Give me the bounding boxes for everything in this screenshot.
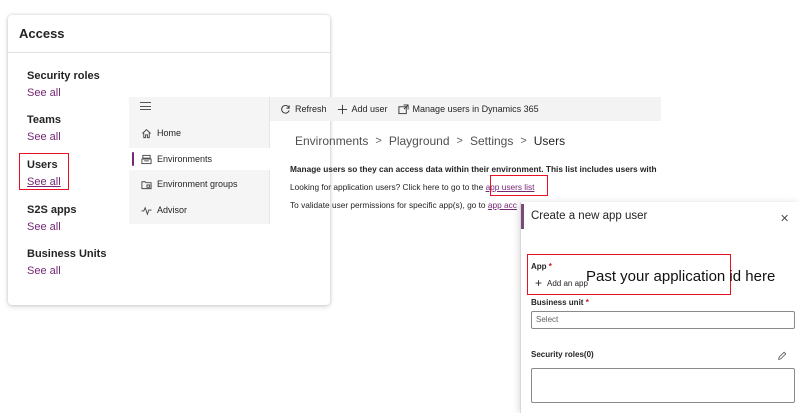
business-units-title: Business Units	[27, 248, 107, 260]
s2s-apps-section: S2S apps See all	[27, 203, 77, 235]
teams-section: Teams See all	[27, 113, 61, 145]
business-units-see-all-link[interactable]: See all	[27, 264, 61, 279]
business-unit-field-label: Business unit *	[531, 298, 589, 307]
add-user-label: Add user	[351, 104, 388, 114]
app-access-link[interactable]: app acc	[488, 200, 517, 210]
chevron-right-icon: >	[520, 135, 527, 147]
annotation-text: Past your application id here	[586, 268, 776, 285]
chevron-right-icon: >	[456, 135, 463, 147]
nav-label-environment-groups: Environment groups	[157, 179, 238, 189]
edit-icon[interactable]	[777, 348, 787, 366]
manage-users-label: Manage users in Dynamics 365	[412, 104, 539, 114]
access-title: Access	[19, 26, 65, 41]
nav-item-home[interactable]: Home	[129, 122, 270, 144]
add-an-app-button[interactable]: + Add an app	[535, 276, 588, 290]
panel-title: Create a new app user	[531, 210, 648, 222]
app-users-list-link[interactable]: app users list	[486, 182, 535, 192]
validate-hint-text: To validate user permissions for specifi…	[290, 200, 488, 210]
plus-icon: +	[535, 276, 543, 290]
users-title: Users	[27, 159, 58, 171]
nav-label-environments: Environments	[157, 154, 213, 164]
chevron-right-icon: >	[375, 135, 382, 147]
advisor-icon	[140, 204, 152, 216]
create-app-user-panel: Create a new app user ✕ App * + Add an a…	[520, 202, 800, 413]
s2s-apps-see-all-link[interactable]: See all	[27, 220, 61, 235]
breadcrumb-playground[interactable]: Playground	[389, 134, 450, 148]
refresh-button[interactable]: Refresh	[280, 104, 327, 115]
validate-hint: To validate user permissions for specifi…	[290, 200, 517, 210]
add-icon	[337, 104, 348, 115]
app-users-hint: Looking for application users? Click her…	[290, 182, 534, 192]
business-unit-select[interactable]: Select	[531, 311, 795, 329]
security-roles-section: Security roles See all	[27, 69, 100, 101]
nav-item-environment-groups[interactable]: Environment groups	[129, 173, 270, 195]
security-roles-box[interactable]	[531, 368, 795, 403]
required-marker: *	[585, 298, 589, 307]
command-bar: Refresh Add user Manage users in Dynamic…	[270, 97, 661, 121]
teams-see-all-link[interactable]: See all	[27, 130, 61, 145]
home-icon	[140, 127, 152, 139]
app-field-label: App *	[531, 262, 552, 271]
nav-label-home: Home	[157, 128, 182, 138]
business-units-section: Business Units See all	[27, 247, 106, 279]
open-external-icon	[398, 103, 409, 115]
hamburger-menu-icon[interactable]	[140, 102, 151, 113]
business-unit-label-text: Business unit	[531, 298, 584, 307]
s2s-apps-title: S2S apps	[27, 204, 77, 216]
required-marker: *	[548, 262, 552, 271]
nav-item-advisor[interactable]: Advisor	[129, 199, 270, 221]
divider	[8, 52, 330, 53]
add-user-button[interactable]: Add user	[337, 104, 388, 115]
breadcrumb: Environments > Playground > Settings > U…	[295, 134, 565, 148]
app-users-hint-text: Looking for application users? Click her…	[290, 182, 486, 192]
refresh-label: Refresh	[295, 104, 327, 114]
security-roles-label: Security roles(0)	[531, 350, 594, 359]
breadcrumb-environments[interactable]: Environments	[295, 134, 368, 148]
security-roles-title: Security roles	[27, 70, 100, 82]
environments-icon	[140, 153, 152, 165]
security-roles-see-all-link[interactable]: See all	[27, 86, 61, 101]
manage-users-button[interactable]: Manage users in Dynamics 365	[398, 103, 539, 115]
users-see-all-link[interactable]: See all	[27, 175, 61, 190]
refresh-icon	[280, 104, 291, 115]
breadcrumb-users: Users	[533, 134, 566, 148]
nav-item-environments[interactable]: Environments	[129, 148, 270, 170]
add-app-label: Add an app	[547, 278, 588, 288]
teams-title: Teams	[27, 114, 62, 126]
environment-groups-icon	[140, 178, 152, 190]
manage-users-description: Manage users so they can access data wit…	[290, 164, 657, 174]
users-section: Users See all	[27, 158, 61, 190]
panel-accent	[521, 204, 524, 229]
breadcrumb-settings[interactable]: Settings	[470, 134, 513, 148]
left-nav: Home Environments Environment groups Adv…	[129, 97, 270, 224]
app-label-text: App	[531, 262, 547, 271]
nav-label-advisor: Advisor	[157, 205, 188, 215]
close-icon[interactable]: ✕	[780, 212, 789, 225]
